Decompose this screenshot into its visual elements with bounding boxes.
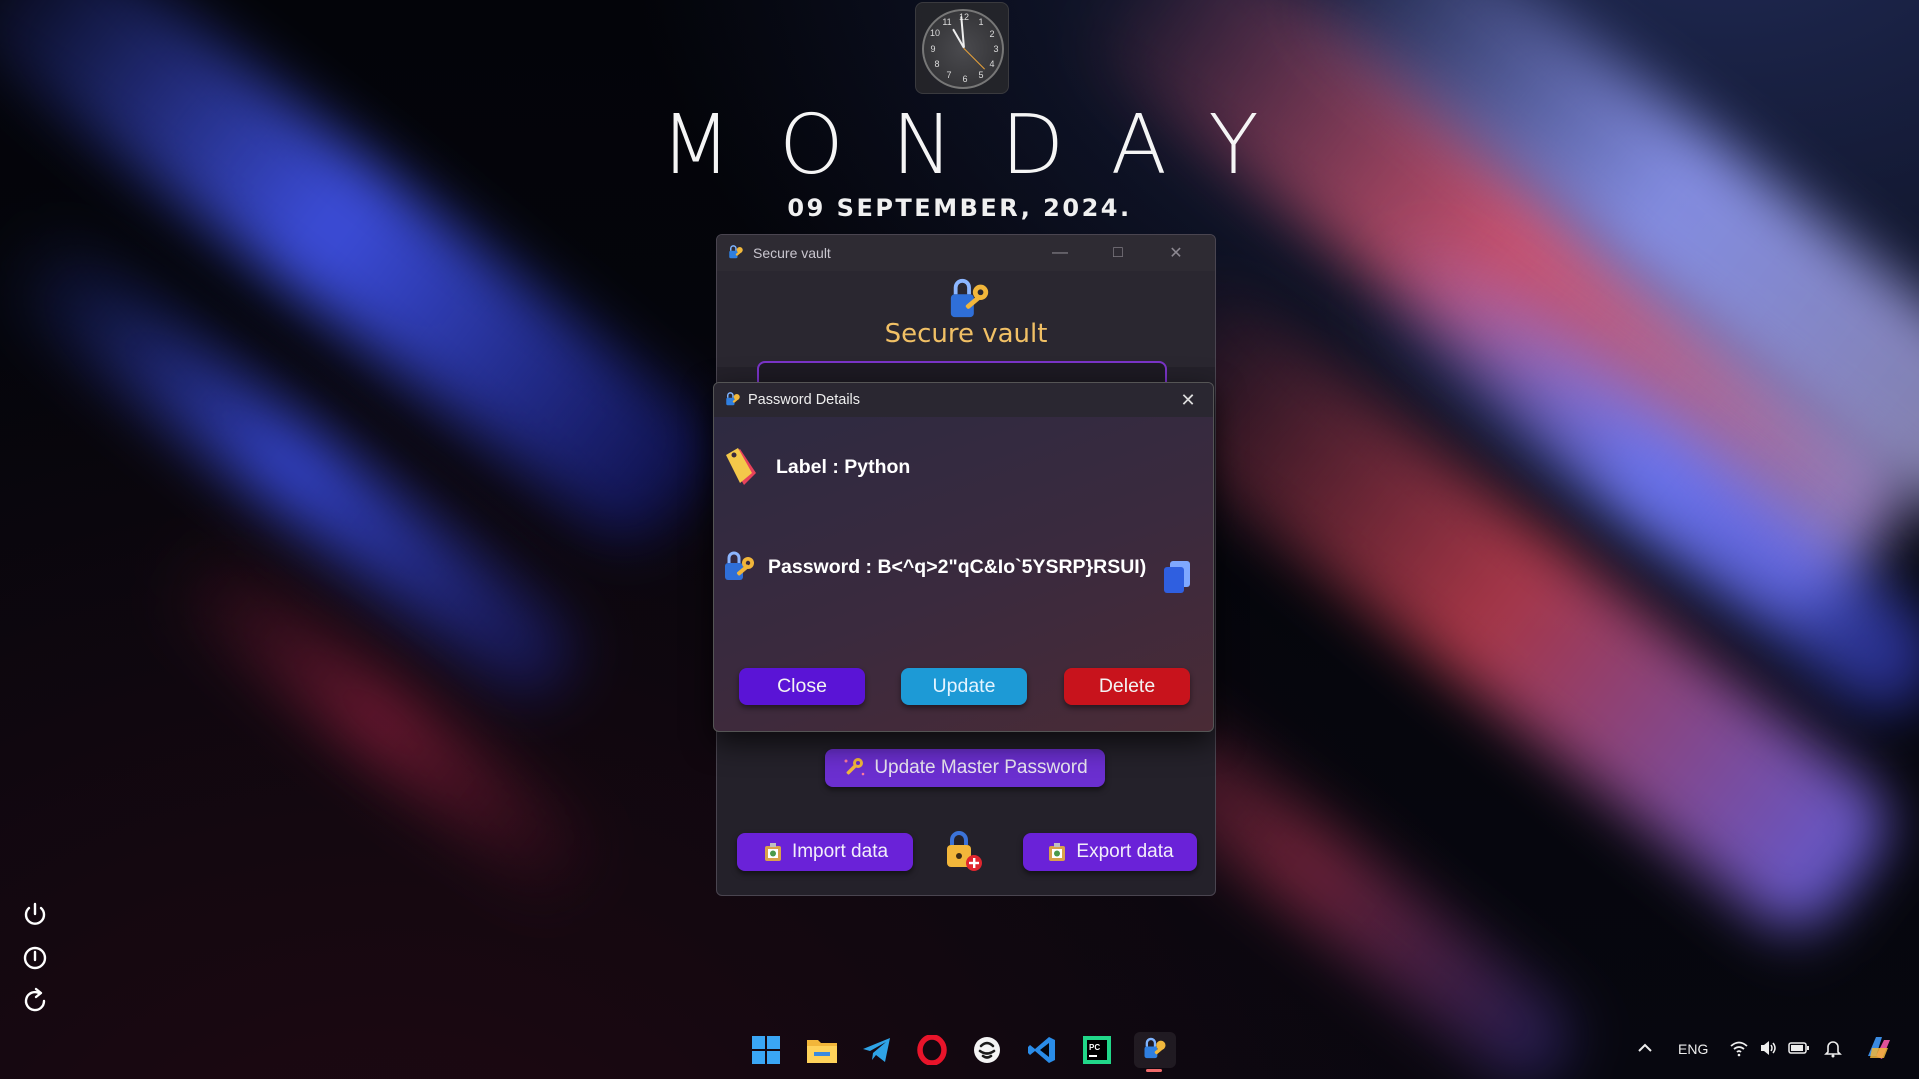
svg-text:PC: PC: [1089, 1043, 1100, 1052]
add-password-lock-icon[interactable]: [943, 831, 985, 873]
password-details-dialog: Password Details ✕ Label : Python Passwo…: [713, 382, 1214, 732]
clock-number: 3: [993, 44, 999, 54]
close-button[interactable]: Close: [739, 668, 865, 705]
clock-number: 11: [942, 17, 952, 27]
lock-key-logo-icon: [950, 278, 989, 318]
clock-number: 7: [946, 70, 952, 80]
clock-number: 4: [989, 59, 995, 69]
date-text: 09 SEPTEMBER, 2024.: [787, 194, 1132, 222]
taskbar: PC ENG: [0, 1022, 1919, 1079]
app-header: Secure vault: [717, 271, 1215, 367]
copy-icon[interactable]: [1160, 559, 1194, 595]
language-indicator[interactable]: ENG: [1678, 1041, 1708, 1057]
update-master-password-button[interactable]: Update Master Password: [825, 749, 1105, 787]
chevron-up-icon[interactable]: [1637, 1040, 1653, 1056]
file-explorer-icon[interactable]: [804, 1032, 840, 1068]
analog-clock-widget: 12 1 2 3 4 5 6 7 8 9 10 11: [915, 2, 1009, 94]
app-heading: Secure vault: [884, 319, 1048, 349]
github-desktop-icon[interactable]: [969, 1032, 1005, 1068]
import-data-label: Import data: [791, 841, 889, 862]
import-data-button[interactable]: Import data: [737, 833, 913, 871]
vscode-icon[interactable]: [1024, 1032, 1060, 1068]
password-value: Password : B<^q>2"qC&Io`5YSRP}RSUI): [768, 555, 1147, 578]
export-data-label: Export data: [1076, 841, 1174, 862]
secure-vault-taskbar-icon[interactable]: [1134, 1032, 1176, 1072]
telegram-icon[interactable]: [859, 1032, 895, 1068]
copilot-icon[interactable]: [1864, 1034, 1894, 1062]
pycharm-icon[interactable]: PC: [1079, 1032, 1115, 1068]
lock-key-icon: [725, 551, 754, 580]
window-close-button[interactable]: ✕: [1147, 243, 1205, 263]
second-hand: [963, 47, 986, 70]
wifi-icon[interactable]: [1729, 1038, 1749, 1058]
notification-bell-icon[interactable]: [1824, 1038, 1842, 1058]
update-button[interactable]: Update: [901, 668, 1027, 705]
clock-face: 12 1 2 3 4 5 6 7 8 9 10 11: [922, 9, 1004, 89]
clock-number: 8: [934, 59, 940, 69]
label-row: Label : Python: [722, 445, 910, 489]
opera-icon[interactable]: [914, 1032, 950, 1068]
clock-number: 2: [989, 29, 995, 39]
delete-button[interactable]: Delete: [1064, 668, 1190, 705]
password-row: Password : B<^q>2"qC&Io`5YSRP}RSUI): [722, 549, 1146, 585]
battery-icon[interactable]: [1788, 1039, 1810, 1057]
clock-number: 9: [930, 44, 936, 54]
dialog-titlebar: Password Details ✕: [714, 383, 1213, 417]
sleep-icon[interactable]: [20, 943, 50, 973]
start-icon[interactable]: [748, 1032, 784, 1068]
restart-icon[interactable]: [20, 986, 50, 1016]
label-value: Label : Python: [776, 455, 911, 478]
database-import-icon: [764, 843, 781, 861]
key-sparkle-icon: [844, 758, 865, 776]
clock-number: 10: [929, 28, 940, 38]
volume-icon[interactable]: [1758, 1038, 1778, 1058]
day-name: MONDAY: [660, 98, 1307, 193]
power-icon[interactable]: [20, 900, 50, 930]
clock-number: 5: [978, 70, 984, 80]
secure-vault-app-icon: [726, 392, 740, 406]
dialog-title: Password Details: [748, 392, 861, 408]
dialog-close-icon[interactable]: ✕: [1173, 390, 1203, 411]
database-export-icon: [1049, 843, 1066, 861]
window-title: Secure vault: [753, 245, 831, 261]
maximize-button[interactable]: □: [1089, 244, 1147, 262]
clock-number: 6: [962, 74, 968, 84]
clock-number: 1: [978, 17, 984, 27]
secure-vault-app-icon: [729, 245, 743, 259]
tag-icon: [726, 448, 756, 485]
update-master-password-label: Update Master Password: [874, 757, 1088, 778]
window-titlebar: Secure vault — □ ✕: [717, 235, 1215, 271]
minimize-button[interactable]: —: [1031, 244, 1089, 262]
export-data-button[interactable]: Export data: [1023, 833, 1197, 871]
